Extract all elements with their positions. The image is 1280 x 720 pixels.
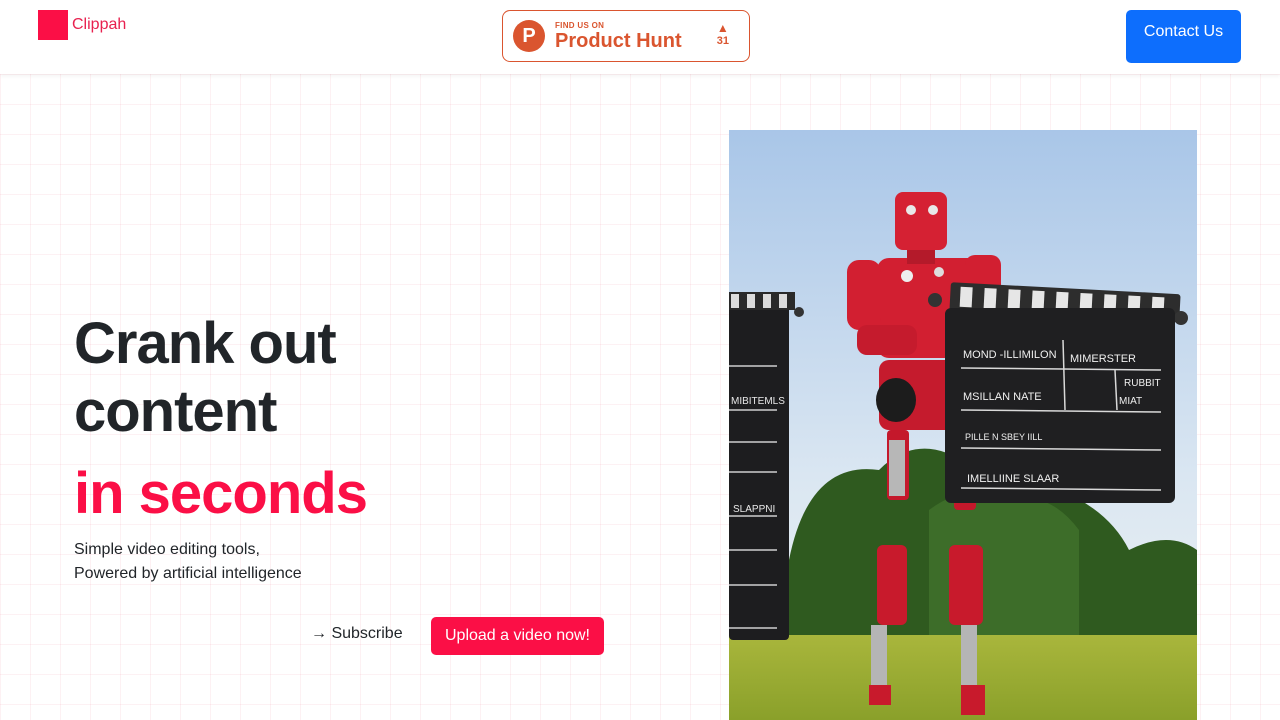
hero-title-line2: content xyxy=(74,379,277,444)
product-hunt-logo-icon: P xyxy=(513,20,545,52)
top-navbar: Clippah P FIND US ON Product Hunt ▲ 31 C… xyxy=(0,0,1280,74)
robot-illustration: MIBITEMLS SLAPPNI MOND -ILLIMILON MIMERS… xyxy=(729,130,1197,720)
left-board-text-1: MIBITEMLS xyxy=(731,396,785,407)
hero-title-accent: in seconds xyxy=(74,461,368,526)
hero-image-robot-clapperboard: MIBITEMLS SLAPPNI MOND -ILLIMILON MIMERS… xyxy=(729,130,1197,720)
right-board-text-1: MOND -ILLIMILON xyxy=(963,349,1057,361)
hero-title-line1: Crank out xyxy=(74,311,337,376)
upload-video-button[interactable]: Upload a video now! xyxy=(431,617,604,655)
hero-subtitle-line2: Powered by artificial intelligence xyxy=(74,565,302,582)
right-board-text-2: MIMERSTER xyxy=(1070,353,1136,365)
product-hunt-badge[interactable]: P FIND US ON Product Hunt ▲ 31 xyxy=(502,10,750,62)
left-board-text-2: SLAPPNI xyxy=(733,504,775,515)
product-hunt-votes: ▲ 31 xyxy=(717,21,729,47)
right-board-text-6: PILLE N SBEY IILL xyxy=(965,432,1042,442)
hero-subtitle-line1: Simple video editing tools, xyxy=(74,541,260,558)
contact-us-button[interactable]: Contact Us xyxy=(1126,10,1241,63)
brand-home-link[interactable]: Clippah xyxy=(38,10,126,40)
right-board-text-5: MIAT xyxy=(1119,396,1142,407)
right-board-text-3: MSILLAN NATE xyxy=(963,391,1042,403)
product-hunt-text: FIND US ON Product Hunt xyxy=(555,21,682,52)
right-clapperboard: MOND -ILLIMILON MIMERSTER MSILLAN NATE R… xyxy=(928,282,1188,503)
brand-logo-icon xyxy=(38,10,68,40)
product-hunt-title: Product Hunt xyxy=(555,29,682,52)
product-hunt-small-text: FIND US ON xyxy=(555,20,605,30)
product-hunt-vote-count: 31 xyxy=(716,35,729,47)
hero-subtitle: Simple video editing tools, Powered by a… xyxy=(74,538,302,586)
right-board-text-4: RUBBIT xyxy=(1124,378,1161,389)
right-board-text-7: IMELLIINE SLAAR xyxy=(967,473,1059,485)
hero-title: Crank out content xyxy=(74,310,337,446)
brand-name: Clippah xyxy=(72,16,127,33)
subscribe-link[interactable]: → Subscribe xyxy=(311,625,403,643)
upvote-triangle-icon: ▲ xyxy=(716,21,729,35)
